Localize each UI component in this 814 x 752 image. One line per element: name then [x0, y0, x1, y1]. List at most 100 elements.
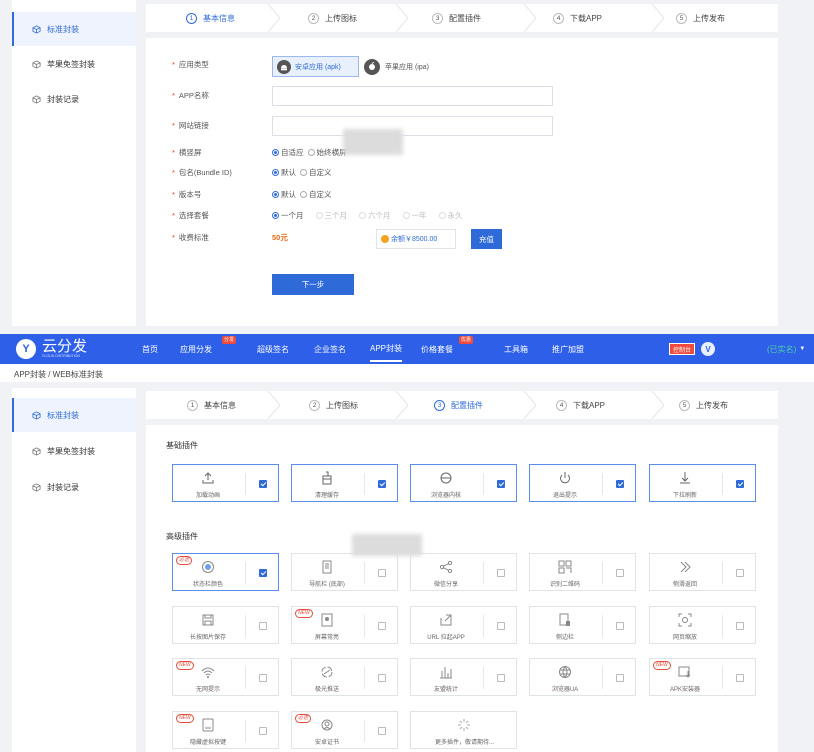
- avatar[interactable]: V: [701, 342, 715, 356]
- plugin-card[interactable]: 清理缓存: [291, 464, 398, 502]
- step-upload-publish[interactable]: 5 上传发布: [676, 4, 725, 32]
- plugin-checkbox[interactable]: [378, 480, 386, 488]
- plugin-checkbox[interactable]: [259, 727, 267, 735]
- plugin-card[interactable]: 必选 状态栏颜色: [172, 553, 279, 591]
- site-link-input[interactable]: [272, 116, 553, 136]
- package-one-month-radio[interactable]: 一个月: [272, 210, 304, 221]
- sidebar-item-package-records[interactable]: 封装记录: [12, 82, 136, 116]
- nav-app-package[interactable]: APP封装: [370, 336, 403, 362]
- nav-pricing[interactable]: 价格套餐: [421, 334, 453, 364]
- version-custom-radio[interactable]: 自定义: [300, 189, 332, 200]
- logo[interactable]: Y 云分发 CLOUD DISTRIBUTION: [16, 338, 87, 360]
- version-default-radio[interactable]: 默认: [272, 189, 296, 200]
- plugin-card[interactable]: URL 拉起APP: [410, 606, 517, 644]
- plugin-card[interactable]: 必选 安卓证书: [291, 711, 398, 749]
- nav-enterprise-sign[interactable]: 企业签名: [314, 334, 346, 364]
- package-options: 一个月 三个月 六个月 一年 永久: [272, 207, 467, 223]
- app-name-input[interactable]: [272, 86, 553, 106]
- plugin-checkbox[interactable]: [497, 674, 505, 682]
- sidebar-item-package-records[interactable]: 封装记录: [12, 470, 136, 504]
- plugin-checkbox[interactable]: [259, 480, 267, 488]
- plugin-checkbox[interactable]: [497, 569, 505, 577]
- nav-home[interactable]: 首页: [142, 334, 158, 364]
- plugin-checkbox[interactable]: [259, 569, 267, 577]
- plugin-card[interactable]: 极光推送: [291, 658, 398, 696]
- step-upload-publish[interactable]: 5 上传发布: [679, 391, 728, 419]
- plugin-card[interactable]: 更多插件，敬请期待...: [410, 711, 517, 749]
- package-three-months-radio[interactable]: 三个月: [315, 210, 347, 221]
- orientation-landscape-radio[interactable]: 始终横屏: [307, 147, 347, 158]
- plugin-checkbox[interactable]: [616, 569, 624, 577]
- step-upload-icon[interactable]: 2 上传图标: [309, 391, 358, 419]
- plugin-card[interactable]: 退出提示: [529, 464, 636, 502]
- plugin-card[interactable]: NEW 无网提示: [172, 658, 279, 696]
- plugin-card[interactable]: 浏览器UA: [529, 658, 636, 696]
- plugin-checkbox[interactable]: [736, 569, 744, 577]
- divider: [245, 615, 246, 637]
- plugin-card[interactable]: 网页缩放: [649, 606, 756, 644]
- required-tag: 必选: [295, 714, 312, 723]
- next-step-button[interactable]: 下一步: [272, 274, 354, 295]
- user-status[interactable]: (已实名) ▼: [767, 334, 805, 364]
- recharge-button[interactable]: 充值: [471, 229, 502, 249]
- plugin-card[interactable]: NEW APK安装器: [649, 658, 756, 696]
- upload-icon: [200, 470, 216, 486]
- plugin-card[interactable]: 微信分享: [410, 553, 517, 591]
- plugin-checkbox[interactable]: [736, 622, 744, 630]
- step-download-app[interactable]: 4 下载APP: [553, 4, 602, 32]
- sidebar-item-apple-free-sign[interactable]: 苹果免签封装: [12, 434, 136, 468]
- package-six-months-radio[interactable]: 六个月: [359, 210, 391, 221]
- plugin-card[interactable]: 导航栏 (底部): [291, 553, 398, 591]
- plugin-checkbox[interactable]: [259, 622, 267, 630]
- plugin-label: 长按图片保存: [189, 635, 226, 641]
- plugin-checkbox[interactable]: [378, 727, 386, 735]
- app-type-android-option[interactable]: 安卓应用 (apk): [272, 56, 359, 77]
- sidebar-item-apple-free-sign[interactable]: 苹果免签封装: [12, 47, 136, 81]
- package-forever-radio[interactable]: 永久: [438, 210, 463, 221]
- plugin-card[interactable]: 下拉刷新: [649, 464, 756, 502]
- plugin-checkbox[interactable]: [378, 674, 386, 682]
- plugin-checkbox[interactable]: [378, 569, 386, 577]
- plugin-card[interactable]: 识别二维码: [529, 553, 636, 591]
- step-config-plugins[interactable]: 3 配置插件: [434, 391, 483, 419]
- nav-super-sign[interactable]: 超级签名: [257, 334, 289, 364]
- plugin-card[interactable]: NEW 屏幕常亮: [291, 606, 398, 644]
- plugin-card[interactable]: 长按图片保存: [172, 606, 279, 644]
- plugin-card[interactable]: 侧滑返回: [649, 553, 756, 591]
- package-one-year-radio[interactable]: 一年: [402, 210, 427, 221]
- orientation-auto-radio[interactable]: 自适应: [272, 147, 304, 158]
- plugin-checkbox[interactable]: [497, 622, 505, 630]
- nav-promotion[interactable]: 推广加盟: [552, 334, 584, 364]
- step-basic-info[interactable]: 1 基本信息: [187, 391, 236, 419]
- plugin-checkbox[interactable]: [736, 674, 744, 682]
- console-button[interactable]: 控制台: [669, 343, 696, 355]
- plugin-checkbox[interactable]: [497, 480, 505, 488]
- plugin-checkbox[interactable]: [736, 480, 744, 488]
- step-basic-info[interactable]: 1 基本信息: [186, 4, 235, 32]
- plugin-card[interactable]: 浏览器内核: [410, 464, 517, 502]
- nav-app-distribution[interactable]: 应用分发: [180, 334, 212, 364]
- plugin-card[interactable]: 侧边栏: [529, 606, 636, 644]
- plugin-card[interactable]: 友盟统计: [410, 658, 517, 696]
- bundle-default-radio[interactable]: 默认: [272, 167, 296, 178]
- plugin-card[interactable]: NEW 隐藏虚拟按键: [172, 711, 279, 749]
- plugin-checkbox[interactable]: [378, 622, 386, 630]
- plugin-card[interactable]: 加载动画: [172, 464, 279, 502]
- new-tag: NEW: [176, 714, 194, 723]
- bundle-custom-radio[interactable]: 自定义: [300, 167, 332, 178]
- chevrons-right-icon: [677, 559, 693, 575]
- divider: [483, 615, 484, 637]
- plugin-label: 状态栏颜色: [192, 582, 223, 588]
- plugin-checkbox[interactable]: [616, 480, 624, 488]
- step-upload-icon[interactable]: 2 上传图标: [308, 4, 357, 32]
- step-config-plugins[interactable]: 3 配置插件: [432, 4, 481, 32]
- app-type-ios-option[interactable]: 苹果应用 (ipa): [364, 56, 449, 77]
- plugin-label: 浏览器内核: [430, 493, 461, 499]
- sidebar-item-standard-package[interactable]: 标准封装: [12, 12, 136, 46]
- plugin-checkbox[interactable]: [616, 674, 624, 682]
- sidebar-item-standard-package[interactable]: 标准封装: [12, 398, 136, 432]
- plugin-checkbox[interactable]: [616, 622, 624, 630]
- step-download-app[interactable]: 4 下载APP: [556, 391, 605, 419]
- nav-toolbox[interactable]: 工具箱: [504, 334, 528, 364]
- plugin-checkbox[interactable]: [259, 674, 267, 682]
